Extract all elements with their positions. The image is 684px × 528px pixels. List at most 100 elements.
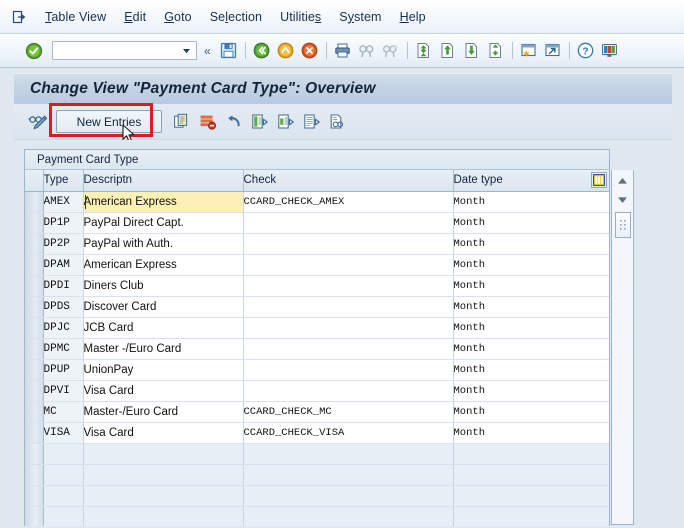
cell-check[interactable] xyxy=(243,464,454,486)
select-block-icon[interactable] xyxy=(274,111,298,133)
column-header-descriptn[interactable]: Descriptn xyxy=(83,170,244,192)
cell-date-type[interactable]: Month xyxy=(453,422,609,444)
cell-date-type[interactable] xyxy=(453,485,609,507)
cell-date-type[interactable]: Month xyxy=(453,296,609,318)
cell-type[interactable]: DPUP xyxy=(43,359,84,381)
cell-type[interactable]: DPDS xyxy=(43,296,84,318)
table-row[interactable]: DPUP UnionPay Month xyxy=(25,359,609,381)
row-selector[interactable] xyxy=(25,317,44,339)
deselect-all-icon[interactable] xyxy=(300,111,324,133)
cell-descriptn[interactable]: Visa Card xyxy=(83,380,244,402)
details-icon[interactable] xyxy=(326,111,350,133)
table-row[interactable]: DPDI Diners Club Month xyxy=(25,275,609,297)
display-change-icon[interactable] xyxy=(26,111,50,133)
table-row[interactable]: DP2P PayPal with Auth. Month xyxy=(25,233,609,255)
table-row[interactable]: DPVI Visa Card Month xyxy=(25,380,609,402)
menu-table-view[interactable]: Table View xyxy=(36,8,115,26)
cell-descriptn[interactable]: American Express xyxy=(83,254,244,276)
delete-icon[interactable] xyxy=(196,111,220,133)
row-selector[interactable] xyxy=(25,401,44,423)
cell-check[interactable]: CCARD_CHECK_VISA xyxy=(243,422,454,444)
cell-descriptn[interactable] xyxy=(83,506,244,526)
cell-check[interactable] xyxy=(243,275,454,297)
sap-session-icon[interactable] xyxy=(8,6,30,28)
cell-descriptn[interactable]: Master -/Euro Card xyxy=(83,338,244,360)
menu-system[interactable]: System xyxy=(330,8,390,26)
cell-date-type[interactable] xyxy=(453,464,609,486)
collapse-left-icon[interactable]: « xyxy=(204,44,211,58)
cell-descriptn[interactable]: PayPal Direct Capt. xyxy=(83,212,244,234)
cell-date-type[interactable] xyxy=(453,506,609,526)
help-icon[interactable]: ? xyxy=(575,40,597,62)
cell-check[interactable] xyxy=(243,380,454,402)
menu-selection[interactable]: Selection xyxy=(201,8,271,26)
cell-descriptn[interactable]: Visa Card xyxy=(83,422,244,444)
cell-date-type[interactable]: Month xyxy=(453,359,609,381)
cell-check[interactable] xyxy=(243,506,454,526)
cell-type[interactable]: DPDI xyxy=(43,275,84,297)
scroll-up-icon[interactable] xyxy=(613,173,632,189)
row-selector[interactable] xyxy=(25,443,44,465)
menu-edit[interactable]: Edit xyxy=(115,8,155,26)
cell-date-type[interactable]: Month xyxy=(453,401,609,423)
row-selector[interactable] xyxy=(25,359,44,381)
row-selector[interactable] xyxy=(25,212,44,234)
table-settings-icon[interactable] xyxy=(591,172,607,189)
new-entries-button[interactable]: New Entries xyxy=(56,110,162,133)
row-selector[interactable] xyxy=(25,296,44,318)
cell-check[interactable] xyxy=(243,485,454,507)
table-row[interactable] xyxy=(25,506,609,526)
cell-date-type[interactable]: Month xyxy=(453,191,609,213)
print-icon[interactable] xyxy=(332,40,354,62)
cell-type[interactable]: DPMC xyxy=(43,338,84,360)
cell-descriptn[interactable]: JCB Card xyxy=(83,317,244,339)
row-selector[interactable] xyxy=(25,485,44,507)
menu-help[interactable]: Help xyxy=(391,8,435,26)
cell-check[interactable] xyxy=(243,338,454,360)
column-header-select[interactable] xyxy=(25,170,44,192)
cell-check[interactable] xyxy=(243,254,454,276)
cell-check[interactable] xyxy=(243,317,454,339)
customize-local-layout-icon[interactable] xyxy=(599,40,621,62)
exit-icon[interactable] xyxy=(275,40,297,62)
cell-descriptn[interactable] xyxy=(83,485,244,507)
row-selector[interactable] xyxy=(25,191,44,213)
column-header-check[interactable]: Check xyxy=(243,170,454,192)
cell-type[interactable]: MC xyxy=(43,401,84,423)
table-row[interactable]: DP1P PayPal Direct Capt. Month xyxy=(25,212,609,234)
cell-type[interactable]: VISA xyxy=(43,422,84,444)
first-page-icon[interactable] xyxy=(413,40,435,62)
find-icon[interactable] xyxy=(356,40,378,62)
cell-type[interactable]: DPJC xyxy=(43,317,84,339)
table-row[interactable]: DPMC Master -/Euro Card Month xyxy=(25,338,609,360)
next-page-icon[interactable] xyxy=(461,40,483,62)
create-session-icon[interactable] xyxy=(518,40,540,62)
grid-vertical-scroll[interactable] xyxy=(611,170,634,525)
table-row[interactable] xyxy=(25,464,609,486)
cell-check[interactable] xyxy=(243,443,454,465)
cell-type[interactable] xyxy=(43,443,84,465)
cell-check[interactable] xyxy=(243,359,454,381)
cell-descriptn[interactable]: Master-/Euro Card xyxy=(83,401,244,423)
cell-type[interactable] xyxy=(43,506,84,526)
cell-date-type[interactable] xyxy=(453,443,609,465)
select-all-icon[interactable] xyxy=(248,111,272,133)
cancel-icon[interactable] xyxy=(299,40,321,62)
row-selector[interactable] xyxy=(25,506,44,526)
table-row[interactable]: VISA Visa Card CCARD_CHECK_VISA Month xyxy=(25,422,609,444)
row-selector[interactable] xyxy=(25,464,44,486)
row-selector[interactable] xyxy=(25,233,44,255)
menu-utilities[interactable]: Utilities xyxy=(271,8,330,26)
cell-descriptn[interactable] xyxy=(83,464,244,486)
undo-icon[interactable] xyxy=(222,111,246,133)
cell-date-type[interactable]: Month xyxy=(453,275,609,297)
column-header-type[interactable]: Type xyxy=(43,170,84,192)
table-row[interactable] xyxy=(25,443,609,465)
cell-type[interactable]: AMEX xyxy=(43,191,84,213)
row-selector[interactable] xyxy=(25,380,44,402)
last-page-icon[interactable] xyxy=(485,40,507,62)
scroll-thumb-grip[interactable] xyxy=(614,212,631,238)
cell-date-type[interactable]: Month xyxy=(453,254,609,276)
cell-descriptn[interactable]: UnionPay xyxy=(83,359,244,381)
command-field[interactable] xyxy=(52,41,197,60)
